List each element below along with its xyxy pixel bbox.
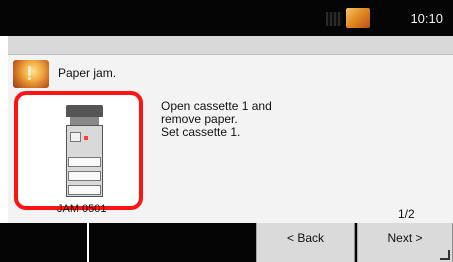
instruction-text: Open cassette 1 and remove paper. Set ca… (161, 100, 311, 139)
printer-highlight-frame: JAM 0501 (14, 91, 143, 213)
printer-top-tray (70, 117, 99, 125)
error-indicator-icon (84, 136, 88, 140)
warning-icon (13, 60, 49, 88)
printer-top (66, 105, 103, 117)
cassette-2-slot (68, 171, 101, 181)
jam-code: JAM 0501 (57, 204, 107, 213)
next-button[interactable]: Next > (357, 223, 453, 262)
back-button[interactable]: < Back (256, 223, 355, 262)
next-button-label: Next > (387, 231, 423, 245)
printer-control-panel (70, 132, 81, 142)
top-status-bar: 10:10 (0, 0, 453, 36)
time-display: 10:10 (410, 11, 443, 26)
corner-icon (440, 250, 450, 260)
instruction-line-3: Set cassette 1. (161, 125, 241, 139)
navigation-marker (87, 223, 89, 262)
page-indicator: 1/2 (398, 207, 415, 221)
paper-jam-title: Paper jam. (58, 66, 117, 80)
printer-icon (66, 105, 103, 197)
cassette-3-slot (68, 185, 101, 195)
subheader-bar (8, 36, 453, 55)
cassette-1-slot (68, 157, 101, 167)
back-button-label: < Back (286, 231, 325, 245)
status-icon (326, 8, 370, 28)
